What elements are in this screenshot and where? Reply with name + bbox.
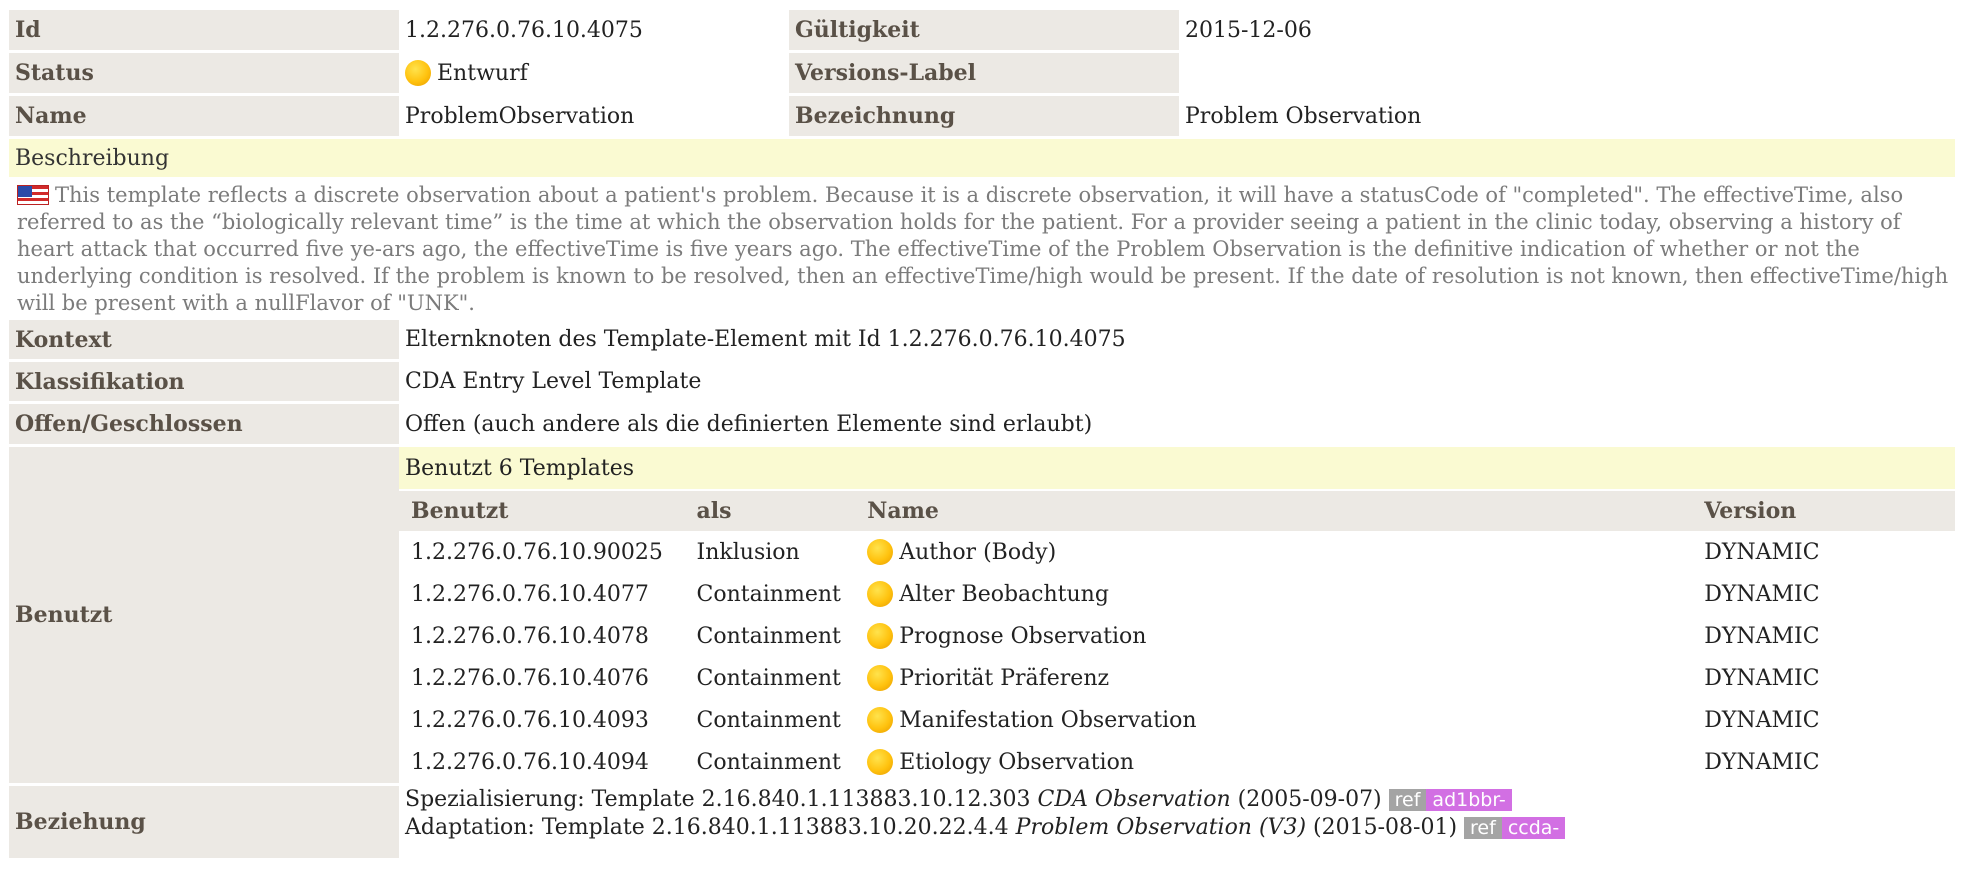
row-id[interactable]: 1.2.276.0.76.10.4076 [399, 657, 689, 699]
row-id[interactable]: 1.2.276.0.76.10.4078 [399, 615, 689, 657]
status-draft-icon [867, 581, 894, 607]
table-row: 1.2.276.0.76.10.90025 Inklusion Author (… [399, 531, 1955, 573]
status-draft-icon [405, 60, 431, 86]
row-as: Containment [696, 707, 841, 733]
col-as: als [688, 491, 860, 531]
row-name-text[interactable]: Alter Beobachtung [899, 582, 1109, 607]
row-as: Containment [696, 623, 841, 649]
description-body: This template reflects a discrete observ… [9, 180, 1955, 317]
status-draft-icon [867, 665, 894, 691]
col-name: Name [859, 491, 1697, 531]
relationship-title[interactable]: CDA Observation [1038, 787, 1231, 812]
status-label: Status [9, 53, 399, 93]
row-version: DYNAMIC [1704, 665, 1820, 691]
status-draft-icon [867, 539, 894, 565]
validity-label: Gültigkeit [789, 10, 1179, 50]
status-draft-icon [867, 749, 894, 775]
ref-badge[interactable]: ref ccda- [1464, 816, 1566, 840]
row-version: DYNAMIC [1704, 623, 1820, 649]
table-row: 1.2.276.0.76.10.4093 Containment Manifes… [399, 699, 1955, 741]
relationship-value: Spezialisierung: Template 2.16.840.1.113… [399, 786, 1955, 858]
status-draft-icon [867, 623, 894, 649]
uses-table: Benutzt 6 Templates Benutzt als Name Ver… [399, 447, 1955, 783]
uses-panel: Benutzt 6 Templates Benutzt als Name Ver… [399, 447, 1955, 783]
table-row: 1.2.276.0.76.10.4078 Containment Prognos… [399, 615, 1955, 657]
id-value: 1.2.276.0.76.10.4075 [399, 10, 789, 50]
row-version: DYNAMIC [1704, 581, 1820, 607]
display-name-label: Bezeichnung [789, 96, 1179, 136]
row-name-text[interactable]: Author (Body) [899, 540, 1056, 565]
row-name-text[interactable]: Etiology Observation [899, 750, 1134, 775]
version-value [1179, 53, 1955, 93]
row-version: DYNAMIC [1704, 749, 1820, 775]
template-table: Id 1.2.276.0.76.10.4075 Gültigkeit 2015-… [9, 7, 1955, 861]
version-label: Versions-Label [789, 53, 1179, 93]
row-version: DYNAMIC [1704, 539, 1820, 565]
col-version: Version [1696, 491, 1955, 531]
ref-badge[interactable]: ref ad1bbr- [1388, 788, 1512, 812]
display-name-value: Problem Observation [1179, 96, 1955, 136]
context-value: Elternknoten des Template-Element mit Id… [399, 320, 1955, 359]
row-version: DYNAMIC [1704, 707, 1820, 733]
row-name-text[interactable]: Manifestation Observation [899, 708, 1196, 733]
openclosed-value: Offen (auch andere als die definierten E… [399, 404, 1955, 444]
row-name[interactable]: Author (Body) [859, 531, 1696, 573]
description-text: This template reflects a discrete observ… [17, 183, 1949, 315]
uses-heading: Benutzt 6 Templates [399, 447, 1955, 489]
row-as: Inklusion [696, 539, 800, 565]
row-id[interactable]: 1.2.276.0.76.10.4093 [399, 699, 689, 741]
id-label: Id [9, 10, 399, 50]
row-id[interactable]: 1.2.276.0.76.10.4077 [399, 573, 689, 615]
uses-label: Benutzt [9, 447, 399, 783]
validity-value: 2015-12-06 [1179, 10, 1955, 50]
row-name[interactable]: Alter Beobachtung [859, 573, 1696, 615]
classification-value: CDA Entry Level Template [399, 362, 1955, 401]
row-name-text[interactable]: Priorität Präferenz [899, 666, 1109, 691]
row-id[interactable]: 1.2.276.0.76.10.4094 [399, 741, 689, 783]
relationship-title[interactable]: Problem Observation (V3) [1016, 815, 1306, 840]
col-uses: Benutzt [399, 491, 689, 531]
name-value: ProblemObservation [399, 96, 789, 136]
description-label: Beschreibung [9, 139, 1955, 177]
row-as: Containment [696, 581, 841, 607]
relationship-item: Adaptation: Template 2.16.840.1.113883.1… [405, 814, 1949, 842]
row-as: Containment [696, 749, 841, 775]
row-name-text[interactable]: Prognose Observation [899, 624, 1146, 649]
row-name[interactable]: Priorität Präferenz [859, 657, 1696, 699]
template-detail: Id 1.2.276.0.76.10.4075 Gültigkeit 2015-… [9, 7, 1955, 861]
table-row: 1.2.276.0.76.10.4076 Containment Priorit… [399, 657, 1955, 699]
row-name[interactable]: Prognose Observation [859, 615, 1696, 657]
relationship-item: Spezialisierung: Template 2.16.840.1.113… [405, 786, 1949, 814]
status-draft-icon [867, 707, 894, 733]
row-id[interactable]: 1.2.276.0.76.10.90025 [399, 531, 689, 573]
status-value: Entwurf [399, 53, 789, 93]
relationship-label: Beziehung [9, 786, 399, 858]
table-row: 1.2.276.0.76.10.4077 Containment Alter B… [399, 573, 1955, 615]
status-text: Entwurf [437, 61, 528, 86]
name-label: Name [9, 96, 399, 136]
row-name[interactable]: Manifestation Observation [859, 699, 1696, 741]
openclosed-label: Offen/Geschlossen [9, 404, 399, 444]
classification-label: Klassifikation [9, 362, 399, 401]
row-as: Containment [696, 665, 841, 691]
context-label: Kontext [9, 320, 399, 359]
table-row: 1.2.276.0.76.10.4094 Containment Etiolog… [399, 741, 1955, 783]
row-name[interactable]: Etiology Observation [859, 741, 1696, 783]
us-flag-icon [17, 185, 49, 205]
